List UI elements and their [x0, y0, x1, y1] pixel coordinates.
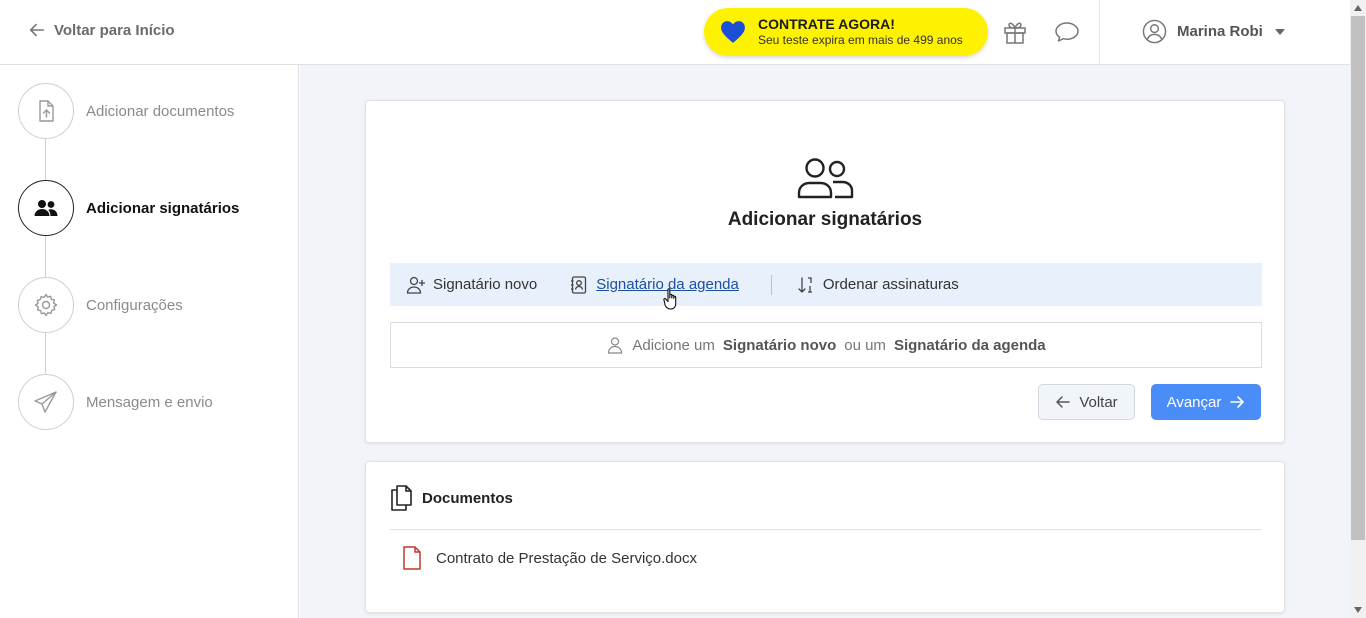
gear-icon [34, 293, 58, 317]
users-icon [34, 200, 58, 216]
empty-new-signer: Signatário novo [722, 336, 837, 354]
empty-signers-message: Adicione um Signatário novo ou um Signat… [390, 322, 1262, 368]
top-header: Voltar para Início CONTRATE AGORA! Seu t… [0, 0, 1350, 65]
documents-title: Documentos [422, 489, 513, 507]
user-name: Marina Robi [1177, 23, 1263, 40]
step-add-signers[interactable]: Adicionar signatários [18, 180, 239, 236]
file-icon [403, 546, 421, 570]
documents-card: Documentos Contrato de Prestação de Serv… [365, 461, 1285, 613]
step-message-send[interactable]: Mensagem e envio [18, 374, 213, 430]
arrow-left-icon [1056, 396, 1071, 408]
triangle-up-icon [1354, 5, 1362, 11]
step-label: Configurações [86, 296, 183, 314]
step-circle [18, 277, 74, 333]
step-add-documents[interactable]: Adicionar documentos [18, 83, 234, 139]
document-item[interactable]: Contrato de Prestação de Serviço.docx [402, 546, 697, 570]
documents-icon [391, 485, 412, 511]
empty-agenda-signer: Signatário da agenda [893, 336, 1046, 354]
agenda-signer-tab[interactable]: Signatário da agenda [569, 275, 739, 295]
scrollbar-thumb[interactable] [1351, 16, 1365, 540]
step-label: Adicionar signatários [86, 199, 240, 217]
steps-sidebar: Adicionar documentos Adicionar signatári… [0, 65, 299, 618]
order-signatures-label: Ordenar assinaturas [822, 276, 959, 293]
scroll-down-arrow[interactable] [1350, 602, 1366, 618]
page-title: Adicionar signatários [727, 209, 923, 230]
user-plus-icon [406, 276, 425, 294]
promo-subtitle: Seu teste expira em mais de 499 anos [758, 33, 963, 47]
back-button[interactable]: Voltar [1038, 384, 1135, 420]
user-avatar-icon [1142, 19, 1167, 44]
signer-options-bar: Signatário novo Signatário da agenda Ord… [390, 263, 1262, 306]
empty-prefix: Adicione um [632, 336, 715, 354]
scroll-up-arrow[interactable] [1350, 0, 1366, 16]
arrow-left-icon [29, 23, 45, 37]
add-signers-card: Adicionar signatários Signatário novo Si… [365, 100, 1285, 443]
send-icon [34, 391, 57, 413]
user-menu[interactable]: Marina Robi [1142, 19, 1285, 44]
steps-connector [45, 110, 46, 400]
user-icon [608, 337, 623, 354]
tab-separator [770, 274, 772, 295]
step-settings[interactable]: Configurações [18, 277, 183, 333]
new-signer-tab[interactable]: Signatário novo [406, 275, 537, 295]
chat-icon[interactable] [1054, 19, 1080, 45]
back-button-label: Voltar [1079, 393, 1118, 411]
document-name: Contrato de Prestação de Serviço.docx [436, 549, 697, 567]
back-link-label: Voltar para Início [54, 21, 175, 39]
chevron-down-icon [1274, 28, 1285, 35]
agenda-signer-label: Signatário da agenda [596, 276, 739, 293]
new-signer-label: Signatário novo [433, 276, 538, 293]
arrow-right-icon [1230, 396, 1245, 408]
step-label: Mensagem e envio [86, 393, 213, 411]
empty-middle: ou um [844, 336, 886, 354]
back-to-home-link[interactable]: Voltar para Início [28, 21, 175, 39]
file-upload-icon [39, 100, 54, 122]
next-button[interactable]: Avançar [1151, 384, 1261, 420]
step-label: Adicionar documentos [86, 102, 235, 120]
step-circle [18, 374, 74, 430]
next-button-label: Avançar [1166, 393, 1222, 411]
promo-title: CONTRATE AGORA! [758, 16, 895, 32]
contract-now-banner[interactable]: CONTRATE AGORA! Seu teste expira em mais… [704, 8, 988, 56]
sort-icon [798, 276, 812, 293]
contact-book-icon [571, 275, 587, 294]
users-outline-icon [797, 158, 854, 199]
order-signatures-tab[interactable]: Ordenar assinaturas [796, 275, 959, 295]
triangle-down-icon [1354, 607, 1362, 613]
header-divider [1099, 0, 1100, 65]
heart-icon [721, 21, 745, 43]
step-circle [18, 180, 74, 236]
step-circle [18, 83, 74, 139]
gift-icon[interactable] [1002, 19, 1028, 45]
main-content: Adicionar signatários Signatário novo Si… [300, 65, 1350, 618]
documents-header: Documentos [390, 485, 513, 511]
documents-divider [390, 529, 1262, 530]
